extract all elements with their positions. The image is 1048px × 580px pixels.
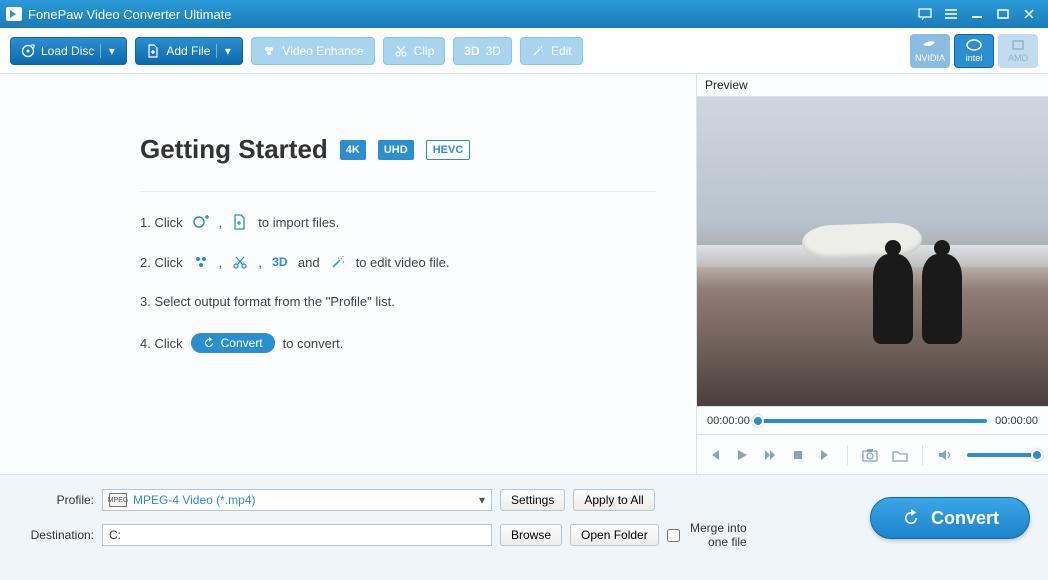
file-add-icon	[146, 44, 160, 58]
refresh-icon	[203, 337, 215, 349]
step-3: 3. Select output format from the "Profil…	[140, 294, 656, 309]
app-title: FonePaw Video Converter Ultimate	[28, 7, 232, 22]
getting-started-heading: Getting Started	[140, 134, 328, 165]
play-icon[interactable]	[735, 448, 749, 462]
apply-all-button[interactable]: Apply to All	[573, 489, 654, 511]
browse-button[interactable]: Browse	[500, 524, 562, 546]
tag-4k: 4K	[340, 140, 366, 160]
preview-label: Preview	[697, 74, 1048, 97]
open-folder-icon[interactable]	[892, 448, 908, 462]
file-add-icon-inline	[230, 214, 250, 230]
seek-slider[interactable]	[758, 419, 987, 423]
gpu-amd[interactable]: AMD	[998, 34, 1038, 68]
profile-value: MPEG-4 Video (*.mp4)	[133, 493, 256, 507]
destination-label: Destination:	[14, 528, 94, 542]
maximize-button[interactable]	[990, 4, 1016, 24]
add-file-dropdown[interactable]: ▾	[216, 44, 232, 58]
app-logo-icon	[6, 7, 22, 21]
destination-input[interactable]: C:	[102, 524, 492, 546]
gpu-selector: NVIDIA intel AMD	[910, 34, 1038, 68]
enhance-icon	[262, 44, 276, 58]
nvidia-icon	[921, 38, 939, 52]
player-controls	[697, 434, 1048, 474]
toolbar: Load Disc ▾ Add File ▾ Video Enhance Cli…	[0, 28, 1048, 74]
snapshot-icon[interactable]	[862, 448, 878, 462]
gpu-nvidia[interactable]: NVIDIA	[910, 34, 950, 68]
minimize-button[interactable]	[964, 4, 990, 24]
scissors-icon	[394, 44, 408, 58]
merge-checkbox-input[interactable]	[667, 529, 680, 542]
step-1: 1. Click , to import files.	[140, 214, 656, 230]
convert-label: Convert	[931, 508, 999, 529]
load-disc-button[interactable]: Load Disc ▾	[10, 37, 127, 65]
load-disc-label: Load Disc	[41, 44, 94, 58]
tag-uhd: UHD	[378, 140, 414, 160]
three-d-icon-inline: 3D	[270, 254, 290, 270]
edit-button[interactable]: Edit	[520, 37, 583, 65]
clip-button[interactable]: Clip	[383, 37, 446, 65]
getting-started-panel: Getting Started 4K UHD HEVC 1. Click , t…	[0, 74, 696, 474]
bottom-panel: Profile: MPEG MPEG-4 Video (*.mp4) ▾ Set…	[0, 474, 1048, 580]
merge-checkbox[interactable]: Merge into one file	[667, 521, 747, 549]
time-bar: 00:00:00 00:00:00	[697, 406, 1048, 434]
amd-icon	[1009, 38, 1027, 52]
mpeg-icon: MPEG	[109, 493, 127, 507]
add-file-button[interactable]: Add File ▾	[135, 37, 243, 65]
next-icon[interactable]	[819, 448, 833, 462]
clip-label: Clip	[414, 44, 435, 58]
edit-label: Edit	[551, 44, 572, 58]
refresh-icon	[901, 508, 921, 528]
three-d-icon: 3D	[464, 44, 479, 58]
settings-button[interactable]: Settings	[500, 489, 565, 511]
convert-pill: Convert	[191, 333, 275, 353]
open-folder-button[interactable]: Open Folder	[570, 524, 659, 546]
prev-icon[interactable]	[707, 448, 721, 462]
step-4: 4. Click Convert to convert.	[140, 333, 656, 353]
disc-icon	[21, 44, 35, 58]
titlebar: FonePaw Video Converter Ultimate	[0, 0, 1048, 28]
wand-icon-inline	[328, 254, 348, 270]
step-2: 2. Click , , 3D and to edit video file.	[140, 254, 656, 270]
video-enhance-button[interactable]: Video Enhance	[251, 37, 374, 65]
chevron-down-icon: ▾	[479, 493, 485, 507]
enhance-icon-inline	[191, 254, 211, 270]
three-d-button[interactable]: 3D 3D	[453, 37, 512, 65]
feedback-icon[interactable]	[912, 4, 938, 24]
convert-button[interactable]: Convert	[870, 497, 1030, 539]
close-button[interactable]	[1016, 4, 1042, 24]
main-area: Getting Started 4K UHD HEVC 1. Click , t…	[0, 74, 1048, 474]
intel-icon	[965, 38, 983, 52]
stop-icon[interactable]	[791, 448, 805, 462]
time-total: 00:00:00	[995, 415, 1038, 427]
wand-icon	[531, 44, 545, 58]
profile-combo[interactable]: MPEG MPEG-4 Video (*.mp4) ▾	[102, 489, 492, 511]
three-d-label: 3D	[486, 44, 501, 58]
video-enhance-label: Video Enhance	[282, 44, 363, 58]
disc-add-icon	[191, 214, 211, 230]
tag-hevc: HEVC	[426, 140, 471, 160]
preview-panel: Preview 00:00:00 00:00:00	[696, 74, 1048, 474]
add-file-label: Add File	[166, 44, 210, 58]
forward-icon[interactable]	[763, 448, 777, 462]
preview-image	[697, 97, 1048, 406]
volume-icon[interactable]	[937, 448, 953, 462]
scissors-icon-inline	[230, 254, 250, 270]
profile-label: Profile:	[14, 493, 94, 507]
gpu-intel[interactable]: intel	[954, 34, 994, 68]
menu-icon[interactable]	[938, 4, 964, 24]
volume-slider[interactable]	[967, 453, 1037, 457]
time-current: 00:00:00	[707, 415, 750, 427]
load-disc-dropdown[interactable]: ▾	[100, 44, 116, 58]
